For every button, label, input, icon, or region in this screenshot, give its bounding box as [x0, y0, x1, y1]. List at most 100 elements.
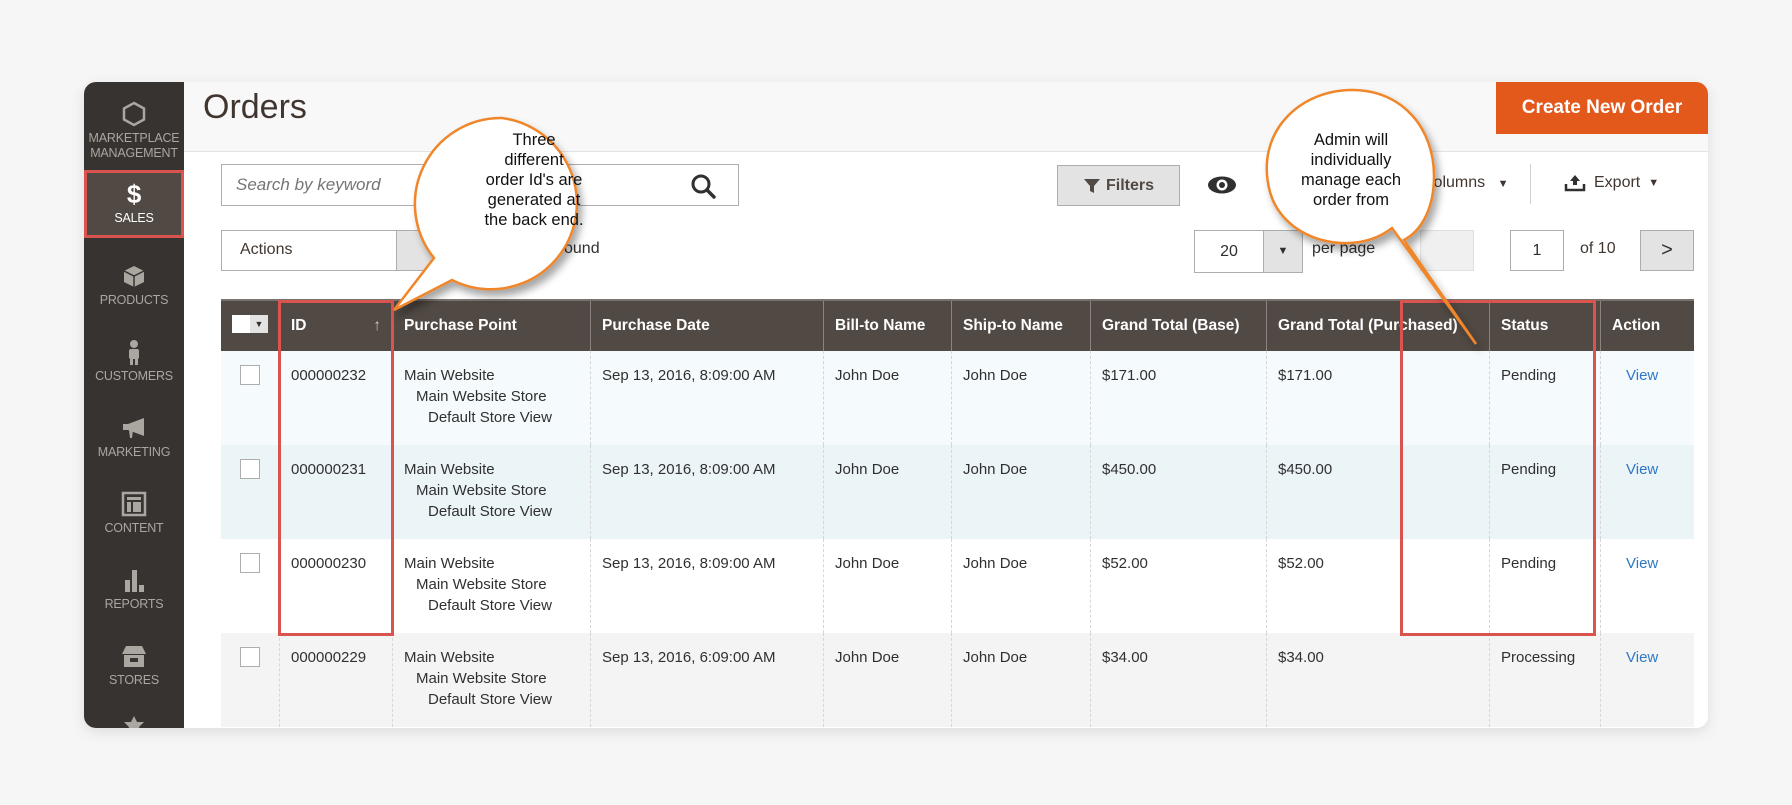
column-header-status[interactable]: Status: [1489, 299, 1601, 351]
purchase-point-store: Main Website Store: [416, 670, 547, 687]
row-checkbox[interactable]: [240, 647, 260, 667]
sidebar-item-label: MARKETPLACE MANAGEMENT: [88, 131, 180, 160]
sidebar-item-customers[interactable]: CUSTOMERS: [84, 338, 184, 383]
sidebar: MARKETPLACE MANAGEMENT $ SALES PRODUCTS …: [84, 82, 184, 728]
sidebar-item-label: STORES: [109, 673, 159, 687]
grand-total-purchased: $171.00: [1266, 351, 1490, 445]
callout-line: generated at: [487, 191, 581, 209]
filters-label: Filters: [1105, 176, 1154, 194]
chevron-down-icon: ▼: [1648, 177, 1660, 189]
view-order-link[interactable]: View: [1612, 367, 1658, 384]
view-order-link[interactable]: View: [1612, 649, 1658, 666]
action-cell: View: [1600, 445, 1694, 539]
order-id: 000000230: [279, 539, 393, 633]
grand-total-base: $450.00: [1090, 445, 1267, 539]
filters-button[interactable]: Filters: [1057, 165, 1180, 206]
grand-total-purchased: $52.00: [1266, 539, 1490, 633]
callout-line: manage each: [1301, 171, 1401, 189]
bar-chart-icon: [125, 570, 144, 592]
column-header-purchase-point[interactable]: Purchase Point: [392, 299, 591, 351]
column-header-grand-total-purchased[interactable]: Grand Total (Purchased): [1266, 299, 1490, 351]
purchase-point-view: Default Store View: [428, 503, 552, 520]
purchase-point-website: Main Website: [404, 461, 495, 478]
page-title: Orders: [203, 88, 307, 126]
records-found-label: ound: [564, 240, 600, 257]
column-header-grand-total-base[interactable]: Grand Total (Base): [1090, 299, 1267, 351]
page-number-input[interactable]: 1: [1510, 230, 1564, 271]
create-new-order-button[interactable]: Create New Order: [1496, 82, 1708, 134]
ship-to-name: John Doe: [951, 633, 1091, 727]
row-checkbox[interactable]: [240, 365, 260, 385]
sidebar-item-label: PRODUCTS: [99, 293, 169, 307]
chevron-down-icon[interactable]: ▼: [250, 314, 268, 333]
per-page-select[interactable]: 20: [1194, 230, 1264, 273]
sidebar-item-more[interactable]: [84, 714, 184, 728]
purchase-point: Main Website Main Website Store Default St…: [392, 539, 591, 633]
eye-icon[interactable]: [1207, 175, 1237, 195]
sidebar-item-marketplace[interactable]: MARKETPLACE MANAGEMENT: [84, 100, 184, 161]
callout-left-text: Three different order Id's are generated…: [444, 130, 624, 230]
columns-dropdown[interactable]: Columns ▼: [1422, 174, 1508, 192]
action-cell: View: [1600, 351, 1694, 445]
table-header-row: ▼ ID ↑ Purchase Point Purchase Date Bill…: [221, 299, 1694, 351]
per-page-toggle[interactable]: ▼: [1263, 230, 1303, 273]
purchase-date: Sep 13, 2016, 6:09:00 AM: [590, 633, 824, 727]
row-checkbox[interactable]: [240, 459, 260, 479]
chevron-down-icon: ▼: [1277, 245, 1289, 257]
sidebar-item-label: SALES: [114, 211, 154, 225]
dollar-icon: $: [126, 179, 142, 209]
action-cell: View: [1600, 633, 1694, 727]
order-id: 000000232: [279, 351, 393, 445]
order-id: 000000231: [279, 445, 393, 539]
order-status: Pending: [1489, 351, 1601, 445]
mass-select-control[interactable]: ▼: [232, 314, 268, 333]
box-icon: [123, 266, 145, 287]
page-header: Orders Create New Order: [184, 82, 1708, 152]
view-order-link[interactable]: View: [1612, 555, 1658, 572]
action-cell: View: [1600, 539, 1694, 633]
purchase-date: Sep 13, 2016, 8:09:00 AM: [590, 351, 824, 445]
row-select-cell: [221, 445, 280, 539]
column-header-bill-to-name[interactable]: Bill-to Name: [823, 299, 952, 351]
ship-to-name: John Doe: [951, 351, 1091, 445]
table-row: 000000229 Main Website Main Website Store…: [221, 633, 1694, 727]
sidebar-item-products[interactable]: PRODUCTS: [84, 262, 184, 307]
sidebar-item-stores[interactable]: STORES: [84, 642, 184, 687]
previous-page-button[interactable]: [1420, 230, 1474, 271]
next-page-button[interactable]: >: [1640, 230, 1694, 271]
megaphone-icon: [123, 418, 144, 438]
main-content: Orders Create New Order Filters Columns …: [184, 82, 1708, 728]
sidebar-item-marketing[interactable]: MARKETING: [84, 414, 184, 459]
select-all-checkbox[interactable]: [232, 314, 250, 333]
callout-line: the back end.: [484, 211, 584, 229]
view-order-link[interactable]: View: [1612, 461, 1658, 478]
row-checkbox[interactable]: [240, 553, 260, 573]
export-dropdown[interactable]: Export ▼: [1564, 174, 1659, 192]
per-page-label: per page: [1312, 240, 1376, 257]
column-header-purchase-date[interactable]: Purchase Date: [590, 299, 824, 351]
sidebar-item-content[interactable]: CONTENT: [84, 490, 184, 535]
layout-icon: [121, 491, 147, 517]
purchase-point-store: Main Website Store: [416, 482, 547, 499]
search-icon[interactable]: [690, 173, 716, 199]
purchase-point-store: Main Website Store: [416, 576, 547, 593]
actions-dropdown-toggle[interactable]: [396, 230, 436, 271]
table-row: 000000232 Main Website Main Website Store…: [221, 351, 1694, 445]
column-header-ship-to-name[interactable]: Ship-to Name: [951, 299, 1091, 351]
actions-dropdown[interactable]: Actions: [221, 230, 397, 271]
export-label: Export: [1594, 174, 1641, 191]
admin-window: MARKETPLACE MANAGEMENT $ SALES PRODUCTS …: [84, 82, 1708, 728]
sidebar-item-label: CONTENT: [104, 521, 164, 535]
purchase-point-view: Default Store View: [428, 597, 552, 614]
sidebar-item-label: CUSTOMERS: [95, 369, 173, 383]
order-status: Pending: [1489, 445, 1601, 539]
orders-table: ▼ ID ↑ Purchase Point Purchase Date Bill…: [221, 299, 1694, 727]
storefront-icon: [122, 646, 146, 667]
column-header-id[interactable]: ID ↑: [279, 299, 393, 351]
sidebar-item-reports[interactable]: REPORTS: [84, 566, 184, 611]
callout-line: individually: [1310, 151, 1392, 169]
sidebar-item-sales[interactable]: $ SALES: [84, 170, 184, 238]
row-select-cell: [221, 633, 280, 727]
gear-icon: [124, 716, 144, 728]
purchase-point-website: Main Website: [404, 555, 495, 572]
